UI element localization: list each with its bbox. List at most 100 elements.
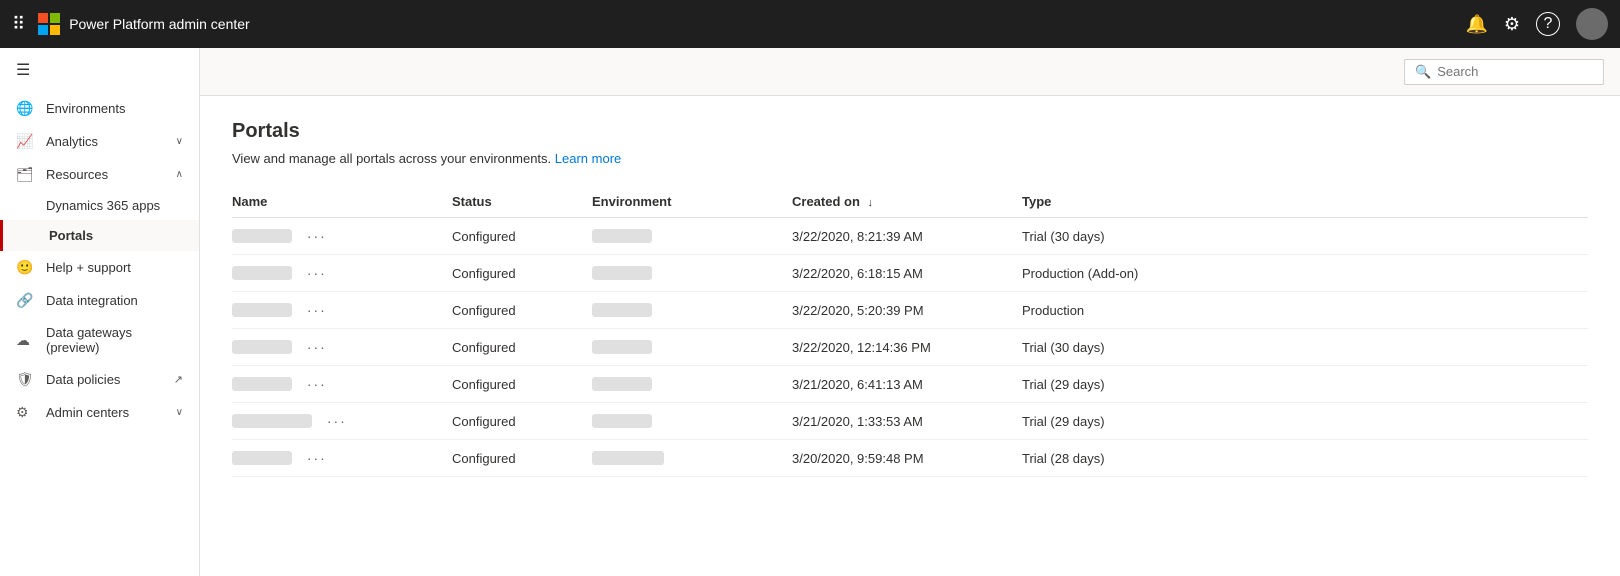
cell-created-on-4: 3/21/2020, 6:41:13 AM (792, 366, 1022, 403)
sidebar-item-dynamics365[interactable]: Dynamics 365 apps (0, 191, 199, 220)
more-options-btn-4[interactable]: ··· (303, 374, 331, 394)
resources-icon: 🗂 (16, 166, 36, 183)
sidebar-item-data-integration[interactable]: 🔗 Data integration (0, 284, 199, 317)
analytics-icon: 📈 (16, 133, 36, 150)
cell-type-5: Trial (29 days) (1022, 403, 1588, 440)
cell-status-1: Configured (452, 255, 592, 292)
more-options-btn-5[interactable]: ··· (323, 411, 351, 431)
sidebar-label-resources: Resources (46, 167, 176, 182)
data-policies-external-icon: ↗ (174, 373, 183, 386)
table-body: ··· Configured 3/22/2020, 8:21:39 AM Tri… (232, 218, 1588, 477)
cell-environment-2 (592, 292, 792, 329)
table-row: ··· Configured 3/22/2020, 5:20:39 PM Pro… (232, 292, 1588, 329)
main-layout: ☰ 🌐 Environments 📈 Analytics ∨ 🗂 Resourc… (0, 48, 1620, 576)
settings-icon[interactable]: ⚙ (1504, 14, 1520, 35)
cell-created-on-6: 3/20/2020, 9:59:48 PM (792, 440, 1022, 477)
cell-status-3: Configured (452, 329, 592, 366)
col-header-status: Status (452, 186, 592, 218)
cell-name-0: ··· (232, 218, 452, 255)
cell-type-6: Trial (28 days) (1022, 440, 1588, 477)
sidebar-item-portals[interactable]: Portals (0, 220, 199, 251)
cell-type-4: Trial (29 days) (1022, 366, 1588, 403)
microsoft-logo: Power Platform admin center (37, 12, 250, 36)
env-blurred-3 (592, 340, 652, 354)
help-icon[interactable]: ? (1536, 12, 1560, 36)
data-gateways-icon: ☁ (16, 332, 36, 349)
table-row: ··· Configured 3/22/2020, 6:18:15 AM Pro… (232, 255, 1588, 292)
env-blurred-0 (592, 229, 652, 243)
table-row: ··· Configured 3/22/2020, 8:21:39 AM Tri… (232, 218, 1588, 255)
sidebar-toggle[interactable]: ☰ (0, 48, 199, 92)
sidebar-item-data-policies[interactable]: 🛡 Data policies ↗ (0, 363, 199, 396)
analytics-chevron: ∨ (176, 136, 183, 147)
sidebar-label-help-support: Help + support (46, 260, 183, 275)
table-row: ··· Configured 3/21/2020, 1:33:53 AM Tri… (232, 403, 1588, 440)
cell-name-6: ··· (232, 440, 452, 477)
grid-icon[interactable]: ⠿ (12, 14, 25, 35)
sidebar-label-portals: Portals (49, 228, 183, 243)
name-blurred-6 (232, 451, 292, 465)
more-options-btn-3[interactable]: ··· (303, 337, 331, 357)
sidebar-item-data-gateways[interactable]: ☁ Data gateways (preview) (0, 317, 199, 363)
cell-type-2: Production (1022, 292, 1588, 329)
more-options-btn-6[interactable]: ··· (303, 448, 331, 468)
more-options-btn-1[interactable]: ··· (303, 263, 331, 283)
hamburger-icon: ☰ (16, 60, 30, 80)
table-row: ··· Configured 3/21/2020, 6:41:13 AM Tri… (232, 366, 1588, 403)
search-box[interactable]: 🔍 (1404, 59, 1604, 85)
sidebar-item-resources[interactable]: 🗂 Resources ∧ (0, 158, 199, 191)
content-area: 🔍 Portals View and manage all portals ac… (200, 48, 1620, 576)
admin-centers-chevron: ∨ (176, 407, 183, 418)
more-options-btn-0[interactable]: ··· (303, 226, 331, 246)
notifications-icon[interactable]: 🔔 (1465, 14, 1487, 35)
topbar: ⠿ Power Platform admin center 🔔 ⚙ ? (0, 0, 1620, 48)
search-input[interactable] (1437, 64, 1593, 79)
cell-status-5: Configured (452, 403, 592, 440)
cell-created-on-2: 3/22/2020, 5:20:39 PM (792, 292, 1022, 329)
cell-environment-3 (592, 329, 792, 366)
cell-name-5: ··· (232, 403, 452, 440)
app-title: Power Platform admin center (69, 16, 250, 32)
sidebar-label-environments: Environments (46, 101, 183, 116)
portals-table: Name Status Environment Created on ↓ (232, 186, 1588, 477)
env-blurred-6 (592, 451, 664, 465)
table-row: ··· Configured 3/20/2020, 9:59:48 PM Tri… (232, 440, 1588, 477)
data-policies-icon: 🛡 (16, 371, 36, 388)
sidebar-item-help-support[interactable]: 🙂 Help + support (0, 251, 199, 284)
cell-type-3: Trial (30 days) (1022, 329, 1588, 366)
user-avatar[interactable] (1576, 8, 1608, 40)
sidebar-item-analytics[interactable]: 📈 Analytics ∨ (0, 125, 199, 158)
env-blurred-5 (592, 414, 652, 428)
env-blurred-1 (592, 266, 652, 280)
sidebar-label-dynamics365: Dynamics 365 apps (46, 198, 160, 213)
sidebar-item-admin-centers[interactable]: ⚙ Admin centers ∨ (0, 396, 199, 429)
name-blurred-5 (232, 414, 312, 428)
help-support-icon: 🙂 (16, 259, 36, 276)
more-options-btn-2[interactable]: ··· (303, 300, 331, 320)
cell-status-2: Configured (452, 292, 592, 329)
sidebar-item-environments[interactable]: 🌐 Environments (0, 92, 199, 125)
env-blurred-4 (592, 377, 652, 391)
cell-created-on-0: 3/22/2020, 8:21:39 AM (792, 218, 1022, 255)
cell-environment-1 (592, 255, 792, 292)
cell-name-2: ··· (232, 292, 452, 329)
name-blurred-4 (232, 377, 292, 391)
cell-status-0: Configured (452, 218, 592, 255)
admin-centers-icon: ⚙ (16, 404, 36, 421)
resources-chevron: ∧ (176, 169, 183, 180)
learn-more-link[interactable]: Learn more (555, 151, 621, 166)
page-title: Portals (232, 120, 1588, 143)
cell-name-1: ··· (232, 255, 452, 292)
sidebar: ☰ 🌐 Environments 📈 Analytics ∨ 🗂 Resourc… (0, 48, 200, 576)
env-blurred-2 (592, 303, 652, 317)
data-integration-icon: 🔗 (16, 292, 36, 309)
environments-icon: 🌐 (16, 100, 36, 117)
name-blurred-0 (232, 229, 292, 243)
cell-type-1: Production (Add-on) (1022, 255, 1588, 292)
sidebar-label-data-gateways: Data gateways (preview) (46, 325, 183, 355)
cell-environment-5 (592, 403, 792, 440)
name-blurred-1 (232, 266, 292, 280)
col-header-type: Type (1022, 186, 1588, 218)
col-header-created-on[interactable]: Created on ↓ (792, 186, 1022, 218)
name-blurred-3 (232, 340, 292, 354)
